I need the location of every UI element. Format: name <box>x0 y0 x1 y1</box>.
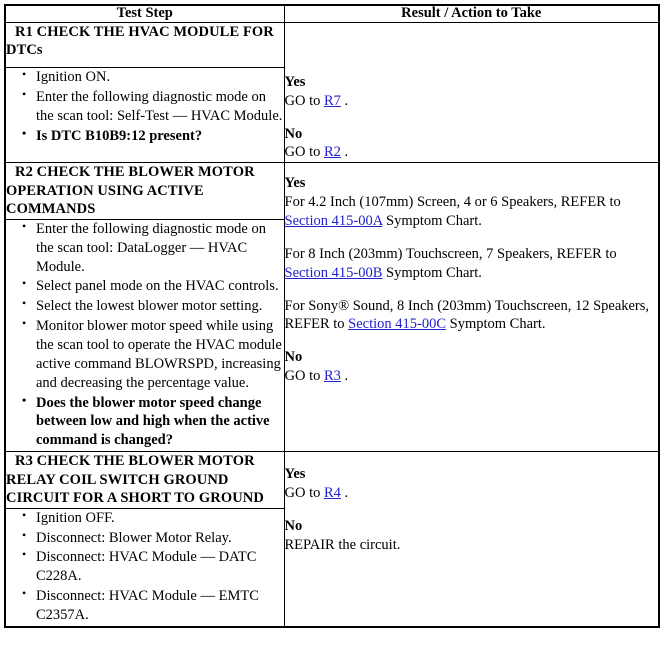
step-bullet-list: Ignition OFF.Disconnect: Blower Motor Re… <box>6 508 284 625</box>
result-text: Symptom Chart. <box>382 213 482 229</box>
step-bullet-item: Ignition OFF. <box>22 508 284 528</box>
result-cell-r3: Yes GO to R4 . No REPAIR the circuit. <box>283 451 660 628</box>
table-body: R1 CHECK THE HVAC MODULE FOR DTCs Yes GO t… <box>4 21 660 628</box>
result-line: GO to R3 . <box>285 367 659 386</box>
step-heading-row: R3 CHECK THE BLOWER MOTOR RELAY COIL SWI… <box>4 451 660 628</box>
result-text: For 8 Inch (203mm) Touchscreen, 7 Speake… <box>284 245 617 262</box>
result-label: Yes <box>284 175 306 192</box>
step-bullet-item: Ignition ON. <box>22 67 284 87</box>
result-text: . <box>340 368 349 385</box>
column-header-test-step: Test Step <box>4 4 285 23</box>
table-header-row: Test Step Result / Action to Take <box>4 4 660 23</box>
result-text: . <box>340 92 349 109</box>
result-cell-r2: Yes For 4.2 Inch (107mm) Screen, 4 or 6 S… <box>283 162 660 453</box>
document-page: Test Step Result / Action to Take R1 CHE… <box>0 0 667 628</box>
cross-reference-link[interactable]: R4 <box>324 485 341 501</box>
cross-reference-link[interactable]: Section 415-00C <box>348 316 446 332</box>
step-bullet-item: Is DTC B10B9:12 present? <box>22 126 284 146</box>
cross-reference-link[interactable]: R2 <box>324 144 341 160</box>
result-label: No <box>284 125 303 142</box>
result-text: REPAIR the circuit. <box>284 536 401 553</box>
table-header: Test Step Result / Action to Take <box>4 4 660 23</box>
result-text: GO to <box>284 484 324 501</box>
result-line: GO to R7 . <box>285 92 659 111</box>
result-text: For 4.2 Inch (107mm) Screen, 4 or 6 Spea… <box>284 194 621 211</box>
step-title-r1: R1 CHECK THE HVAC MODULE FOR DTCs <box>4 21 285 69</box>
step-heading-row: R2 CHECK THE BLOWER MOTOR OPERATION USIN… <box>4 162 660 453</box>
result-label: Yes <box>284 466 306 483</box>
cross-reference-link[interactable]: R3 <box>324 368 341 384</box>
step-heading-row: R1 CHECK THE HVAC MODULE FOR DTCs Yes GO t… <box>4 21 660 164</box>
result-cell-r1: Yes GO to R7 . No GO to R2 . <box>283 21 660 164</box>
result-text: Symptom Chart. <box>382 264 482 281</box>
step-bullet-item: Enter the following diagnostic mode on t… <box>22 87 284 126</box>
step-title-r2: R2 CHECK THE BLOWER MOTOR OPERATION USIN… <box>4 162 285 220</box>
step-body-r3: Ignition OFF.Disconnect: Blower Motor Re… <box>4 507 285 628</box>
result-line: For 4.2 Inch (107mm) Screen, 4 or 6 Spea… <box>285 193 659 231</box>
step-bullet-list: Ignition ON.Enter the following diagnost… <box>6 67 284 146</box>
result-line: For 8 Inch (203mm) Touchscreen, 7 Speake… <box>285 245 659 283</box>
result-spacer <box>285 111 659 125</box>
result-label: No <box>284 349 303 366</box>
step-bullet-item: Select the lowest blower motor setting. <box>22 296 284 316</box>
result-text: GO to <box>284 144 324 161</box>
cross-reference-link[interactable]: Section 415-00B <box>285 265 383 281</box>
result-spacer <box>285 503 659 517</box>
step-bullet-item: Enter the following diagnostic mode on t… <box>22 219 284 277</box>
result-text: . <box>340 484 349 501</box>
result-text: Symptom Chart. <box>446 316 546 333</box>
result-line: GO to R2 . <box>285 143 659 162</box>
result-label: No <box>284 517 303 534</box>
result-line: For Sony® Sound, 8 Inch (203mm) Touchscr… <box>285 297 659 335</box>
result-text: . <box>340 144 349 161</box>
result-line: REPAIR the circuit. <box>285 536 659 555</box>
result-spacer <box>285 334 659 348</box>
step-bullet-item: Does the blower motor speed change betwe… <box>22 393 284 451</box>
result-spacer <box>285 283 659 297</box>
step-title-r3: R3 CHECK THE BLOWER MOTOR RELAY COIL SWI… <box>4 451 285 509</box>
step-body-r1: Ignition ON.Enter the following diagnost… <box>4 67 285 164</box>
step-bullet-item: Disconnect: Blower Motor Relay. <box>22 528 284 548</box>
result-spacer <box>285 231 659 245</box>
step-bullet-item: Disconnect: HVAC Module — DATC C228A. <box>22 547 284 586</box>
diagnostic-table: Test Step Result / Action to Take R1 CHE… <box>4 4 660 628</box>
result-text: GO to <box>284 92 324 109</box>
result-line: GO to R4 . <box>285 484 659 503</box>
result-label: Yes <box>284 73 306 90</box>
step-bullet-item: Monitor blower motor speed while using t… <box>22 316 284 392</box>
cross-reference-link[interactable]: R7 <box>324 93 341 109</box>
result-text: GO to <box>284 368 324 385</box>
column-header-result-action: Result / Action to Take <box>283 4 660 23</box>
step-bullet-item: Select panel mode on the HVAC controls. <box>22 276 284 296</box>
step-body-r2: Enter the following diagnostic mode on t… <box>4 218 285 453</box>
cross-reference-link[interactable]: Section 415-00A <box>285 213 383 229</box>
step-bullet-list: Enter the following diagnostic mode on t… <box>6 219 284 451</box>
step-bullet-item: Disconnect: HVAC Module — EMTC C2357A. <box>22 586 284 625</box>
